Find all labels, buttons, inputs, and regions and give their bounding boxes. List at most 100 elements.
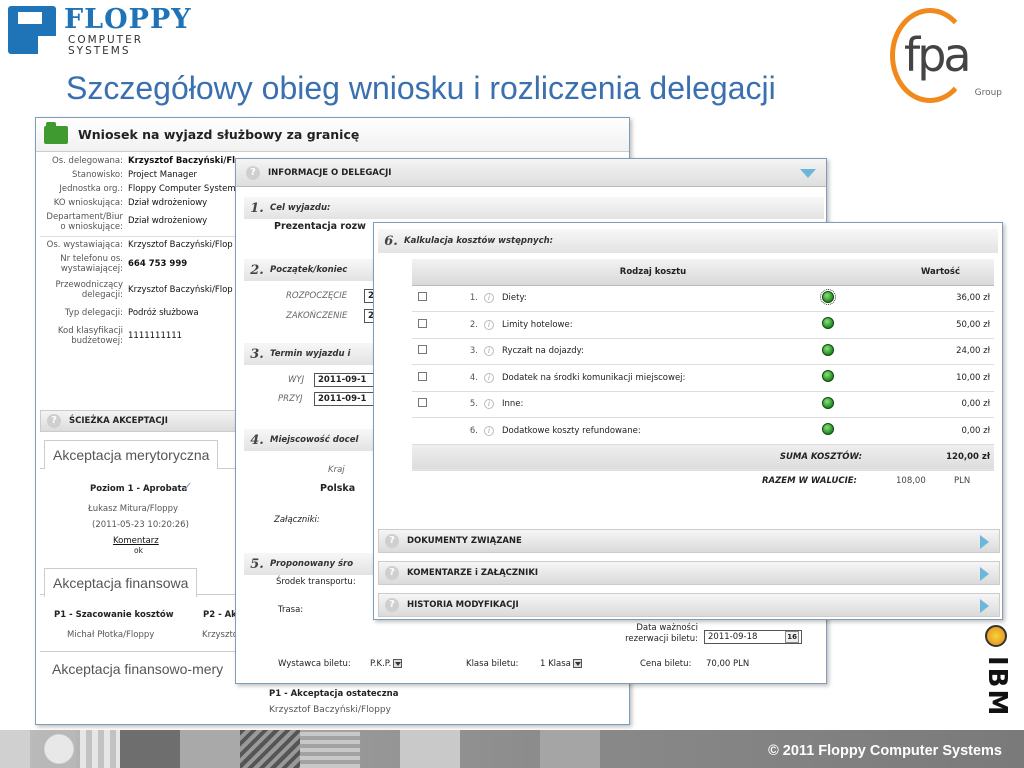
footer-tile: [120, 730, 180, 768]
country-value[interactable]: Polska: [320, 483, 355, 494]
field-row: Jednostka org.: Floppy Computer System: [40, 184, 260, 194]
info-icon[interactable]: i: [484, 346, 494, 357]
info-icon[interactable]: i: [484, 425, 494, 436]
footer-tile: [80, 730, 120, 768]
section-title: Kalkulacja kosztów wstępnych:: [404, 236, 554, 246]
row-number: 6.: [442, 417, 484, 445]
cost-amount: 36,00 zł: [902, 285, 994, 312]
cost-type-header: Rodzaj kosztu: [484, 259, 822, 286]
info-icon[interactable]: i: [484, 372, 494, 383]
comments-attachments-bar[interactable]: ? KOMENTARZE i ZAŁĄCZNIKI: [378, 561, 1000, 585]
status-indicator-icon[interactable]: [822, 396, 834, 409]
field-row: Nr telefonu os. wystawiającej: 664 753 99…: [40, 254, 260, 274]
row-checkbox[interactable]: [418, 345, 427, 355]
price-input[interactable]: 70,00 PLN: [706, 659, 749, 669]
request-fields: Os. delegowana: Krzysztof Baczyński/Flop …: [40, 156, 260, 350]
start-label: ROZPOCZĘCIE: [286, 291, 348, 301]
sun-icon: [985, 625, 1007, 647]
status-col: [822, 259, 902, 286]
fpa-word: fpa: [904, 28, 972, 82]
class-select[interactable]: 1 Klasa: [540, 659, 582, 669]
tab-merit-acceptance[interactable]: Akceptacja merytoryczna: [44, 440, 219, 469]
footer-tile: [540, 730, 600, 768]
validity-input[interactable]: 2011-09-18 16: [704, 630, 802, 644]
info-icon[interactable]: i: [484, 399, 494, 410]
acceptance-path-bar[interactable]: ? ŚCIEŻKA AKCEPTACJI: [40, 410, 240, 432]
row-checkbox[interactable]: [418, 398, 427, 408]
field-row: Departament/Biur o wnioskujące: Dział wdr…: [40, 212, 260, 232]
help-icon: ?: [385, 598, 399, 612]
price-value: 70,00: [706, 659, 731, 669]
departure-input[interactable]: 2011-09-1: [314, 373, 374, 387]
tab-financial-acceptance[interactable]: Akceptacja finansowa: [44, 568, 198, 597]
delegation-info-title: INFORMACJE O DELEGACJI: [268, 167, 392, 178]
expand-arrow-icon[interactable]: [980, 599, 989, 613]
row-checkbox[interactable]: [418, 371, 427, 381]
dropdown-arrow-icon[interactable]: [572, 659, 582, 668]
expand-arrow-icon[interactable]: [980, 567, 989, 581]
field-label: Os. delegowana:: [52, 156, 123, 166]
related-documents-bar[interactable]: ? DOKUMENTY ZWIĄZANE: [378, 529, 1000, 553]
footer-tile: [180, 730, 240, 768]
arrival-label: PRZYJ: [278, 394, 303, 404]
floppy-logo: FLOPPY COMPUTER SYSTEMS: [6, 4, 191, 57]
modification-history-title: HISTORIA MODYFIKACJI: [407, 600, 519, 610]
slide-title: Szczegółowy obieg wniosku i rozliczenia …: [66, 70, 776, 106]
row-checkbox[interactable]: [418, 318, 427, 328]
collapse-arrow-icon[interactable]: [800, 169, 816, 178]
field-value: Floppy Computer System: [128, 184, 236, 194]
currency-total-value: 108,00: [896, 476, 926, 486]
status-indicator-icon[interactable]: [822, 423, 834, 436]
info-icon[interactable]: i: [484, 293, 494, 304]
field-row: KO wnioskująca: Dział wdrożeniowy: [40, 198, 260, 208]
field-label: Stanowisko:: [72, 170, 123, 180]
footer-tile: [300, 730, 360, 768]
ibm-logo: IBM: [982, 656, 1012, 718]
number-col: [442, 259, 484, 286]
cost-label: Inne:: [502, 399, 524, 410]
status-indicator-icon[interactable]: [822, 343, 834, 356]
expand-arrow-icon[interactable]: [980, 535, 989, 549]
floppy-disk-icon: [8, 6, 56, 54]
arrival-input[interactable]: 2011-09-1: [314, 392, 374, 406]
tab-divider: [40, 651, 240, 652]
field-label: Przewodniczący delegacji:: [55, 280, 123, 300]
field-value: 664 753 999: [128, 259, 188, 269]
help-icon: ?: [246, 165, 260, 180]
footer-tile: [42, 730, 76, 768]
status-indicator-icon[interactable]: [820, 288, 836, 305]
delegation-info-header[interactable]: ? INFORMACJE O DELEGACJI: [236, 159, 826, 187]
section-number: 6.: [384, 233, 398, 249]
table-row: 1. i Diety: 36,00 zł: [412, 285, 994, 312]
row-checkbox[interactable]: [418, 292, 427, 302]
checkmark-icon: ✓: [182, 480, 193, 495]
field-value: Project Manager: [128, 170, 198, 180]
country-label: Kraj: [328, 465, 345, 475]
field-label: Typ delegacji:: [64, 308, 123, 318]
status-indicator-icon[interactable]: [822, 370, 834, 383]
modification-history-bar[interactable]: ? HISTORIA MODYFIKACJI: [378, 593, 1000, 617]
comment-link[interactable]: Komentarz: [113, 536, 159, 546]
checkbox-col: [412, 259, 442, 286]
field-row: Os. delegowana: Krzysztof Baczyński/Flop: [40, 156, 260, 166]
cost-label: Dodatkowe koszty refundowane:: [502, 425, 641, 436]
field-row: Kod klasyfikacji budżetowej: 1111111111: [40, 326, 260, 346]
purpose-value[interactable]: Prezentacja rozw: [274, 221, 366, 232]
cost-label: Limity hotelowe:: [502, 319, 573, 330]
class-value: 1 Klasa: [540, 659, 571, 669]
currency-code: PLN: [954, 476, 971, 486]
info-icon[interactable]: i: [484, 319, 494, 330]
row-number: 1.: [442, 285, 484, 312]
status-indicator-icon[interactable]: [822, 317, 834, 330]
cost-table: Rodzaj kosztu Wartość 1. i Diety: 36,00 z…: [412, 259, 994, 471]
dropdown-arrow-icon[interactable]: [393, 659, 403, 668]
sum-label: SUMA KOSZTÓW:: [484, 444, 902, 471]
field-value: Krzysztof Baczyński/Flop: [128, 156, 247, 166]
issuer-select[interactable]: P.K.P.: [370, 659, 403, 669]
cost-amount: 0,00 zł: [902, 417, 994, 445]
calendar-icon[interactable]: 16: [785, 631, 799, 643]
cost-amount: 24,00 zł: [902, 338, 994, 365]
tab-financial-merit-acceptance[interactable]: Akceptacja finansowo-mery: [44, 655, 232, 683]
sum-row: SUMA KOSZTÓW: 120,00 zł: [412, 444, 994, 471]
cost-amount: 50,00 zł: [902, 311, 994, 339]
